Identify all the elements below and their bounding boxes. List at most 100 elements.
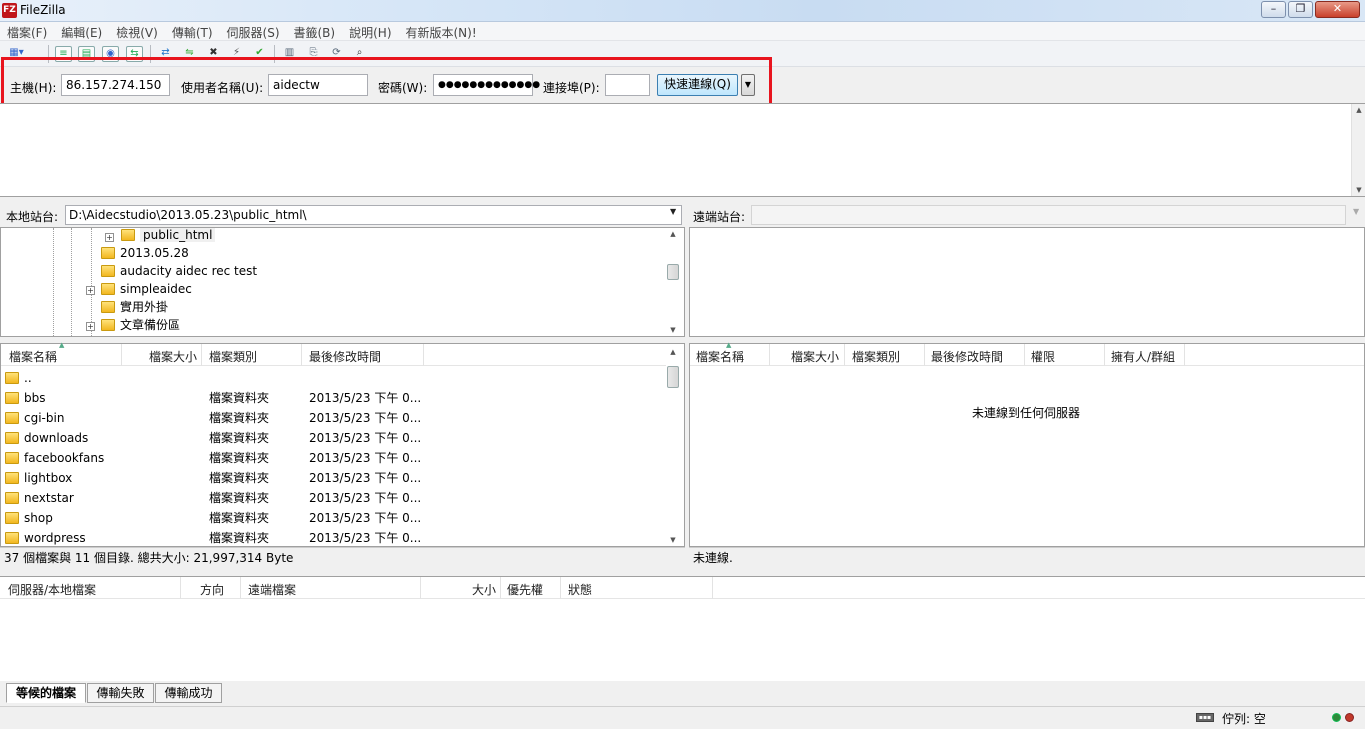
file-row[interactable]: .. <box>5 368 32 388</box>
menu-view[interactable]: 檢視(V) <box>109 22 165 41</box>
file-row[interactable]: wordpress 檔案資料夾 2013/5/23 下午 0... <box>5 528 665 548</box>
scroll-down-arrow-icon[interactable]: ▼ <box>666 324 680 336</box>
folder-icon <box>5 452 19 464</box>
expand-icon[interactable]: + <box>86 286 95 295</box>
column-header-priority[interactable]: 優先權 <box>507 581 543 598</box>
send-indicator-icon <box>1332 713 1341 722</box>
scroll-down-arrow-icon[interactable]: ▼ <box>1352 184 1365 196</box>
window-title: FileZilla <box>20 3 66 17</box>
status-bar: ▪▪▪ 佇列: 空 <box>0 706 1365 729</box>
column-header-remote-file[interactable]: 遠端檔案 <box>248 581 296 598</box>
expand-icon[interactable]: + <box>105 233 114 242</box>
chevron-down-icon[interactable]: ▼ <box>1353 207 1359 216</box>
scroll-up-arrow-icon[interactable]: ▲ <box>1352 104 1365 116</box>
scroll-thumb[interactable] <box>667 264 679 280</box>
tree-item[interactable]: 實用外掛 <box>101 298 168 316</box>
tree-scrollbar[interactable]: ▲ ▼ <box>666 228 680 336</box>
folder-icon <box>5 432 19 444</box>
queue-header: 伺服器/本地檔案 方向 遠端檔案 大小 優先權 狀態 <box>0 577 1365 599</box>
column-header-status[interactable]: 狀態 <box>568 581 592 598</box>
remote-status: 未連線. <box>689 547 1365 569</box>
scroll-up-arrow-icon[interactable]: ▲ <box>666 346 680 358</box>
scroll-down-arrow-icon[interactable]: ▼ <box>666 534 680 546</box>
sort-ascending-icon: ▲ <box>726 341 732 349</box>
folder-icon <box>101 265 115 277</box>
menu-file[interactable]: 檔案(F) <box>0 22 54 41</box>
folder-icon <box>101 283 115 295</box>
file-row[interactable]: bbs 檔案資料夾 2013/5/23 下午 0... <box>5 388 665 408</box>
menu-server[interactable]: 伺服器(S) <box>220 22 287 41</box>
folder-icon <box>5 392 19 404</box>
column-header-modified[interactable]: 最後修改時間 <box>931 348 1003 365</box>
tree-item[interactable]: simpleaidec <box>101 280 192 298</box>
file-row[interactable]: lightbox 檔案資料夾 2013/5/23 下午 0... <box>5 468 665 488</box>
local-directory-tree: + public_html 2013.05.28 audacity aidec … <box>0 227 685 337</box>
log-scrollbar[interactable]: ▲ ▼ <box>1351 104 1365 196</box>
menu-bar: 檔案(F) 編輯(E) 檢視(V) 傳輸(T) 伺服器(S) 書籤(B) 說明(H) 有新版本… <box>0 22 1365 41</box>
file-row[interactable]: cgi-bin 檔案資料夾 2013/5/23 下午 0... <box>5 408 665 428</box>
scroll-thumb[interactable] <box>667 366 679 388</box>
title-bar: FZ FileZilla – ❐ ✕ <box>0 0 1365 22</box>
folder-icon <box>101 319 115 331</box>
tab-failed-transfers[interactable]: 傳輸失敗 <box>87 683 154 703</box>
column-header-filetype[interactable]: 檔案類別 <box>852 348 900 365</box>
menu-new-version[interactable]: 有新版本(N)! <box>399 22 484 41</box>
menu-transfer[interactable]: 傳輸(T) <box>165 22 220 41</box>
column-header-modified[interactable]: 最後修改時間 <box>309 348 381 365</box>
remote-directory-tree <box>689 227 1365 337</box>
not-connected-message: 未連線到任何伺服器 <box>972 406 1081 420</box>
remote-site-label: 遠端站台: <box>693 210 746 224</box>
transfer-queue: 伺服器/本地檔案 方向 遠端檔案 大小 優先權 狀態 <box>0 576 1365 681</box>
scroll-up-arrow-icon[interactable]: ▲ <box>666 228 680 240</box>
file-row[interactable]: nextstar 檔案資料夾 2013/5/23 下午 0... <box>5 488 665 508</box>
tab-queued-files[interactable]: 等候的檔案 <box>6 683 86 703</box>
expand-icon[interactable]: + <box>86 322 95 331</box>
queue-status: 佇列: 空 <box>1222 712 1266 726</box>
folder-icon <box>101 247 115 259</box>
column-header-owner[interactable]: 擁有人/群組 <box>1111 348 1175 365</box>
file-row[interactable]: downloads 檔案資料夾 2013/5/23 下午 0... <box>5 428 665 448</box>
folder-icon <box>5 412 19 424</box>
column-header-size[interactable]: 大小 <box>472 581 496 598</box>
column-header-filesize[interactable]: 檔案大小 <box>791 348 839 365</box>
maximize-button[interactable]: ❐ <box>1288 1 1313 18</box>
minimize-button[interactable]: – <box>1261 1 1286 18</box>
receive-indicator-icon <box>1345 713 1354 722</box>
local-file-list: 檔案名稱 ▲ 檔案大小 檔案類別 最後修改時間 .. bbs 檔案資料夾 2013/… <box>0 341 685 548</box>
binary-mode-icon: ▪▪▪ <box>1196 713 1214 722</box>
remote-list-header: 檔案名稱 ▲ 檔案大小 檔案類別 最後修改時間 權限 擁有人/群組 <box>690 341 1364 366</box>
local-site-label: 本地站台: <box>6 210 59 224</box>
chevron-down-icon[interactable]: ▼ <box>670 207 676 216</box>
menu-bookmarks[interactable]: 書籤(B) <box>287 22 343 41</box>
message-log: ▲ ▼ <box>0 103 1365 197</box>
menu-edit[interactable]: 編輯(E) <box>54 22 109 41</box>
local-list-header: 檔案名稱 ▲ 檔案大小 檔案類別 最後修改時間 <box>1 341 666 366</box>
folder-icon <box>5 492 19 504</box>
file-list-scrollbar[interactable]: ▲ ▼ <box>666 344 680 546</box>
column-header-filename[interactable]: 檔案名稱 <box>696 348 744 365</box>
file-row[interactable]: facebookfans 檔案資料夾 2013/5/23 下午 0... <box>5 448 665 468</box>
local-site-bar: 本地站台: D:\Aidecstudio\2013.05.23\public_h… <box>0 203 685 227</box>
local-path-combo[interactable]: D:\Aidecstudio\2013.05.23\public_html\ <box>65 205 682 225</box>
folder-icon <box>101 301 115 313</box>
tab-successful-transfers[interactable]: 傳輸成功 <box>155 683 222 703</box>
tree-item[interactable]: audacity aidec rec test <box>101 262 257 280</box>
folder-icon <box>5 472 19 484</box>
column-header-filesize[interactable]: 檔案大小 <box>149 348 197 365</box>
remote-file-list: 檔案名稱 ▲ 檔案大小 檔案類別 最後修改時間 權限 擁有人/群組 未連線到任何… <box>689 341 1365 547</box>
close-button[interactable]: ✕ <box>1315 1 1360 18</box>
folder-icon <box>5 372 19 384</box>
folder-icon <box>5 532 19 544</box>
tree-item[interactable]: 2013.05.28 <box>101 244 189 262</box>
remote-path-combo[interactable] <box>751 205 1346 225</box>
column-header-direction[interactable]: 方向 <box>200 581 224 598</box>
file-row[interactable]: shop 檔案資料夾 2013/5/23 下午 0... <box>5 508 665 528</box>
tree-item[interactable]: 文章備份區 <box>101 316 180 334</box>
column-header-server-local-file[interactable]: 伺服器/本地檔案 <box>8 581 96 598</box>
column-header-permissions[interactable]: 權限 <box>1031 348 1055 365</box>
column-header-filetype[interactable]: 檔案類別 <box>209 348 257 365</box>
column-header-filename[interactable]: 檔案名稱 <box>9 348 57 365</box>
local-status: 37 個檔案與 11 個目錄. 總共大小: 21,997,314 Byte <box>0 547 685 569</box>
menu-help[interactable]: 說明(H) <box>342 22 398 41</box>
tree-item[interactable]: public_html <box>121 228 216 244</box>
